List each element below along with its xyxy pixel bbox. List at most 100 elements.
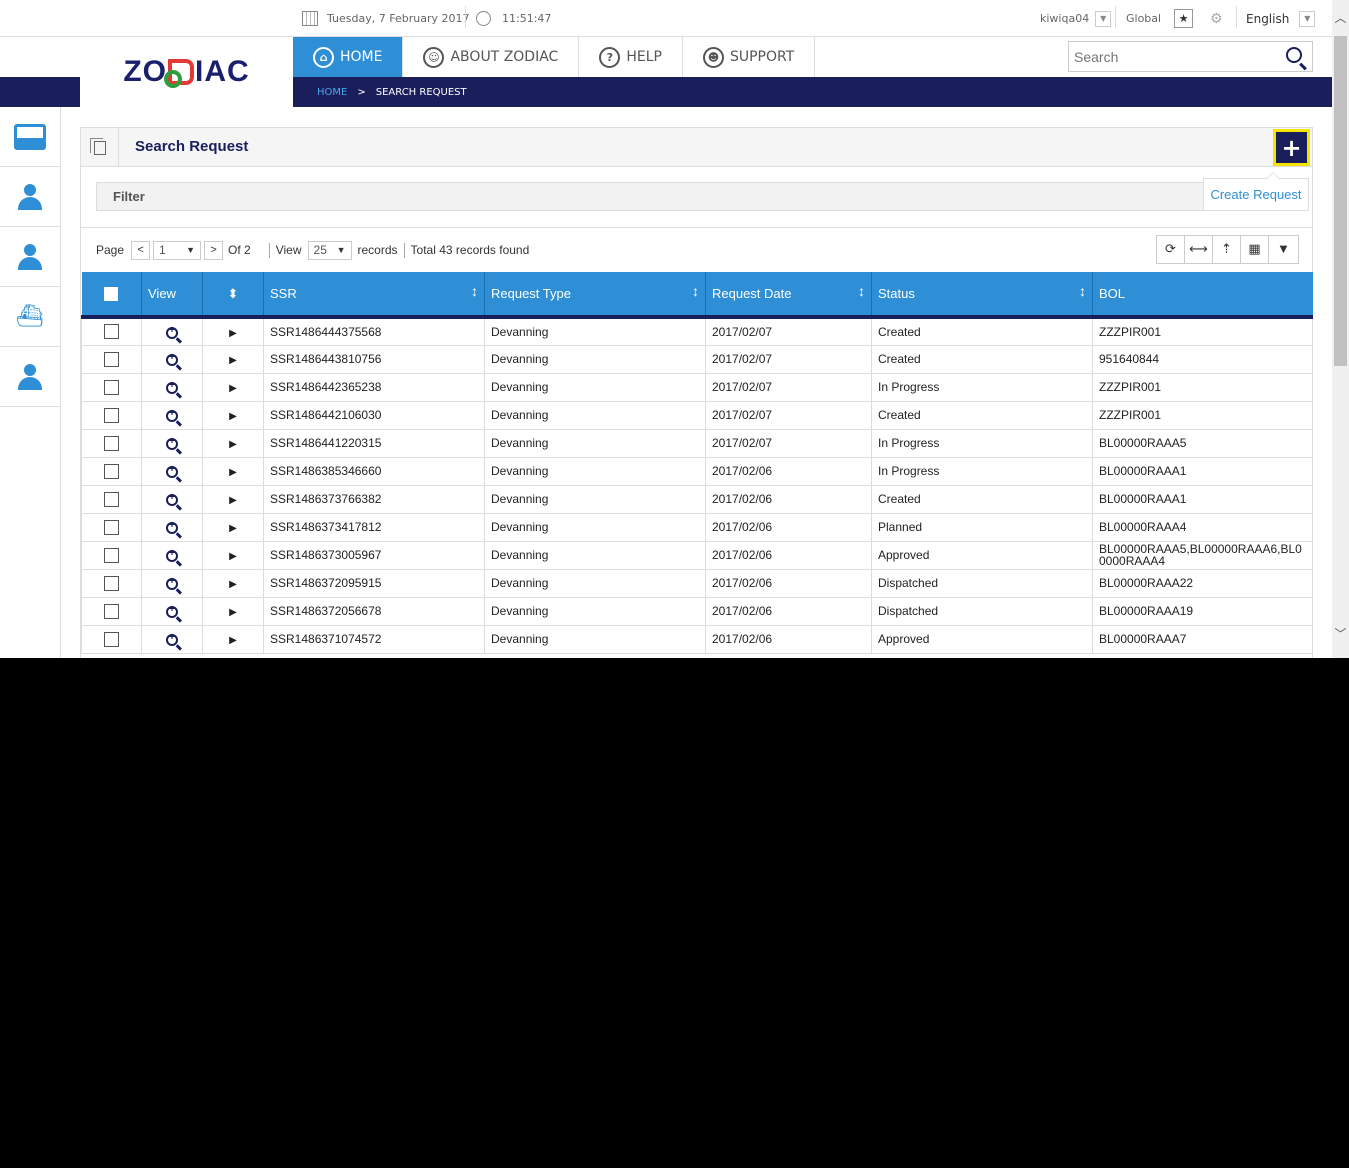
column-header-request-date[interactable]: Request Date ↕ bbox=[705, 272, 872, 319]
zoom-in-icon[interactable] bbox=[166, 604, 178, 618]
tab-about[interactable]: ☺ ABOUT ZODIAC bbox=[403, 37, 580, 77]
row-checkbox[interactable] bbox=[104, 435, 119, 451]
row-checkbox[interactable] bbox=[104, 351, 119, 367]
table-row[interactable]: ▶ SSR1486373005967Devanning2017/02/06Appr… bbox=[81, 540, 1313, 570]
column-header-bol[interactable]: BOL bbox=[1092, 272, 1313, 319]
column-header-view[interactable]: View bbox=[141, 272, 203, 319]
zoom-in-icon[interactable] bbox=[166, 408, 178, 422]
page-size-select[interactable]: 25 ▼ bbox=[307, 240, 352, 260]
breadcrumb-home[interactable]: HOME bbox=[317, 87, 347, 98]
table-row[interactable]: ▶ SSR1486443810756Devanning2017/02/07Crea… bbox=[81, 344, 1313, 374]
column-header-request-type[interactable]: Request Type ↕ bbox=[484, 272, 706, 319]
row-checkbox[interactable] bbox=[104, 603, 119, 619]
scroll-down-icon[interactable]: ﹀ bbox=[1332, 626, 1349, 643]
expand-row-icon[interactable]: ▶ bbox=[229, 383, 237, 394]
fit-columns-button[interactable]: ⟷ bbox=[1185, 236, 1213, 263]
expand-row-icon[interactable]: ▶ bbox=[229, 411, 237, 422]
favorite-button[interactable]: ★ bbox=[1174, 0, 1193, 37]
region-label[interactable]: Global bbox=[1126, 0, 1161, 37]
row-checkbox[interactable] bbox=[104, 631, 119, 647]
breadcrumb-separator: > bbox=[357, 86, 366, 98]
table-row[interactable]: ▶ SSR1486441220315Devanning2017/02/07In P… bbox=[81, 428, 1313, 458]
expand-row-icon[interactable]: ▶ bbox=[229, 607, 237, 618]
row-checkbox[interactable] bbox=[104, 324, 119, 340]
settings-button[interactable]: ⚙ bbox=[1210, 0, 1223, 37]
column-header-ssr[interactable]: SSR ↕ bbox=[263, 272, 485, 319]
sidebar-item-inbox[interactable] bbox=[0, 107, 60, 167]
more-options-button[interactable]: ▼ bbox=[1269, 236, 1298, 263]
zoom-in-icon[interactable] bbox=[166, 576, 178, 590]
expand-row-icon[interactable]: ▶ bbox=[229, 551, 237, 562]
language-dropdown-icon[interactable]: ▼ bbox=[1299, 10, 1316, 27]
row-checkbox[interactable] bbox=[104, 379, 119, 395]
expand-row-icon[interactable]: ▶ bbox=[229, 439, 237, 450]
sidebar-item-user-1[interactable] bbox=[0, 167, 60, 227]
create-request-button[interactable]: + bbox=[1273, 129, 1310, 166]
prev-page-button[interactable]: < bbox=[131, 240, 151, 260]
next-page-button[interactable]: > bbox=[204, 240, 224, 260]
filter-bar[interactable]: Filter bbox=[96, 182, 1233, 211]
zoom-in-icon[interactable] bbox=[166, 492, 178, 506]
expand-row-icon[interactable]: ▶ bbox=[229, 495, 237, 506]
zoom-in-icon[interactable] bbox=[166, 464, 178, 478]
user-menu[interactable]: kiwiqa04 ▼ bbox=[1040, 0, 1112, 37]
tab-support[interactable]: ☻ SUPPORT bbox=[682, 37, 816, 77]
zoom-in-icon[interactable] bbox=[166, 436, 178, 450]
column-header-status[interactable]: Status ↕ bbox=[871, 272, 1093, 319]
table-row[interactable]: ▶ SSR1486372056678Devanning2017/02/06Disp… bbox=[81, 596, 1313, 626]
search-icon[interactable] bbox=[1286, 47, 1302, 63]
expand-row-icon[interactable]: ▶ bbox=[229, 328, 237, 339]
zoom-in-icon[interactable] bbox=[166, 325, 178, 339]
logo[interactable]: ZO IAC bbox=[80, 37, 293, 107]
status-cell: Dispatched bbox=[871, 596, 1093, 626]
page-select[interactable]: 1 ▼ bbox=[153, 240, 202, 260]
zoom-in-icon[interactable] bbox=[166, 520, 178, 534]
tab-home[interactable]: ⌂ HOME bbox=[293, 37, 404, 77]
table-row[interactable]: ▶ SSR1486442106030Devanning2017/02/07Crea… bbox=[81, 400, 1313, 430]
tab-help[interactable]: ? HELP bbox=[579, 37, 683, 77]
column-header-expand[interactable]: ⬍ bbox=[202, 272, 264, 319]
row-checkbox[interactable] bbox=[104, 407, 119, 423]
zoom-in-icon[interactable] bbox=[166, 632, 178, 646]
row-checkbox[interactable] bbox=[104, 547, 119, 563]
table-row[interactable]: ▶ SSR1486442365238Devanning2017/02/07In P… bbox=[81, 372, 1313, 402]
sort-icon: ↕ bbox=[1079, 283, 1086, 299]
scroll-up-icon[interactable]: ︿ bbox=[1332, 10, 1349, 27]
zoom-in-icon[interactable] bbox=[166, 352, 178, 366]
table-row[interactable]: ▶ SSR1486385346660Devanning2017/02/06In P… bbox=[81, 456, 1313, 486]
requests-table: View ⬍ SSR ↕ Request Type ↕ Request Date ↕ … bbox=[81, 272, 1313, 654]
columns-button[interactable]: ▦ bbox=[1241, 236, 1269, 263]
zoom-in-icon[interactable] bbox=[166, 380, 178, 394]
table-row[interactable]: ▶ SSR1486373766382Devanning2017/02/06Crea… bbox=[81, 484, 1313, 514]
expand-row-icon[interactable]: ▶ bbox=[229, 355, 237, 366]
status-cell: In Progress bbox=[871, 428, 1093, 458]
row-checkbox[interactable] bbox=[104, 491, 119, 507]
sidebar-item-ship[interactable]: ⛴ bbox=[0, 287, 60, 347]
table-row[interactable]: ▶ SSR1486371074572Devanning2017/02/06Appr… bbox=[81, 624, 1313, 654]
bol-cell: BL00000RAAA22 bbox=[1092, 568, 1313, 598]
table-row[interactable]: ▶ SSR1486444375568Devanning2017/02/07Crea… bbox=[81, 316, 1313, 346]
table-row[interactable]: ▶ SSR1486373417812Devanning2017/02/06Plan… bbox=[81, 512, 1313, 542]
row-checkbox[interactable] bbox=[104, 519, 119, 535]
refresh-button[interactable]: ⟳ bbox=[1157, 236, 1185, 263]
row-checkbox[interactable] bbox=[104, 463, 119, 479]
expand-row-icon[interactable]: ▶ bbox=[229, 467, 237, 478]
select-all-checkbox[interactable] bbox=[104, 287, 119, 302]
table-row[interactable]: ▶ SSR1486372095915Devanning2017/02/06Disp… bbox=[81, 568, 1313, 598]
expand-row-icon[interactable]: ▶ bbox=[229, 635, 237, 646]
user-dropdown-icon[interactable]: ▼ bbox=[1095, 10, 1112, 27]
language-select[interactable]: English ▼ bbox=[1246, 0, 1316, 37]
row-checkbox[interactable] bbox=[104, 575, 119, 591]
sidebar-item-user-3[interactable] bbox=[0, 347, 60, 407]
expand-row-icon[interactable]: ▶ bbox=[229, 523, 237, 534]
sidebar-item-user-2[interactable] bbox=[0, 227, 60, 287]
search-input[interactable] bbox=[1069, 42, 1279, 71]
request-date-cell: 2017/02/06 bbox=[705, 484, 872, 514]
zoom-in-icon[interactable] bbox=[166, 548, 178, 562]
page-scrollbar[interactable]: ︿ ﹀ bbox=[1332, 0, 1349, 658]
scrollbar-thumb[interactable] bbox=[1334, 36, 1347, 366]
sort-button[interactable]: ⇡ bbox=[1213, 236, 1241, 263]
expand-row-icon[interactable]: ▶ bbox=[229, 579, 237, 590]
row-expand-cell: ▶ bbox=[202, 456, 264, 486]
question-icon: ? bbox=[599, 46, 621, 68]
